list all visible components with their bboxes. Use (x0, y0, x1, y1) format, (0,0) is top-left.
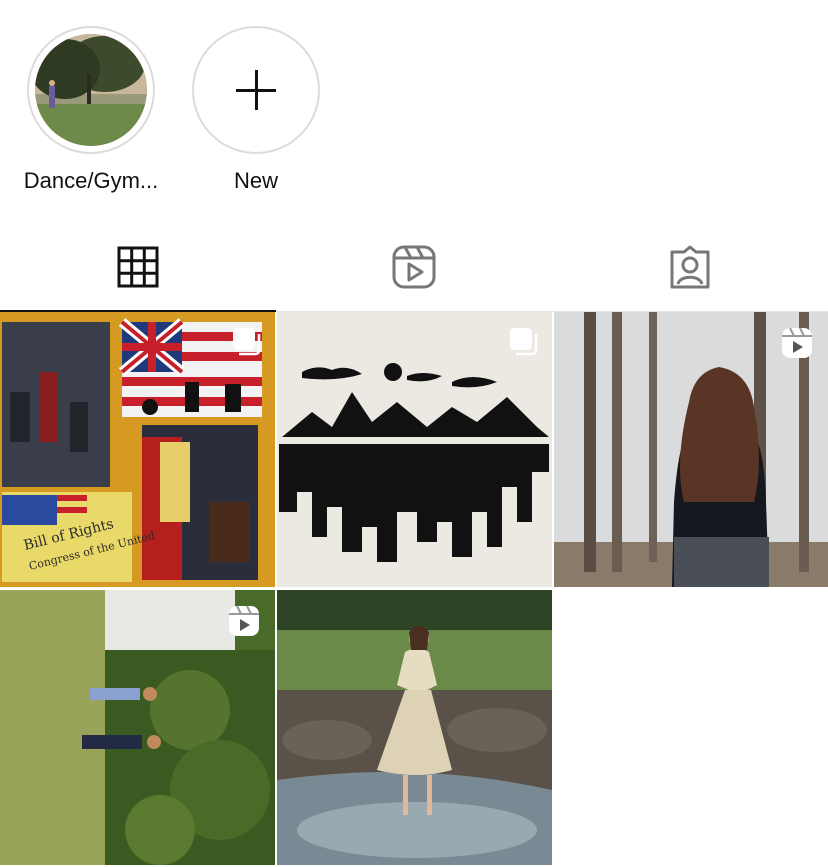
post-thumbnail[interactable] (277, 590, 552, 865)
reel-icon (229, 605, 259, 636)
highlight-label: Dance/Gym... (23, 168, 159, 193)
post-thumbnail[interactable] (0, 590, 275, 865)
post-thumbnail[interactable] (277, 312, 552, 587)
grid-icon (117, 246, 159, 287)
reel-icon (782, 327, 812, 358)
highlight-thumbnail (35, 34, 147, 146)
highlight-dance-gym[interactable]: Dance/Gym... (11, 26, 171, 194)
reels-icon (392, 245, 436, 288)
post-thumbnail[interactable] (554, 312, 828, 587)
tagged-icon (670, 245, 710, 288)
highlight-new[interactable]: New (176, 26, 336, 194)
highlight-ring (27, 26, 155, 154)
plus-icon (236, 70, 276, 110)
carousel-icon (510, 328, 538, 356)
carousel-icon (233, 328, 261, 356)
tab-reels[interactable] (276, 222, 552, 311)
story-highlights: Dance/Gym... New (0, 0, 828, 210)
profile-tabs (0, 222, 828, 312)
tab-tagged[interactable] (552, 222, 828, 311)
post-thumbnail[interactable]: Bill of Rights Congress of the United (0, 312, 275, 587)
highlight-label: New (233, 168, 278, 193)
new-highlight-ring[interactable] (192, 26, 320, 154)
tab-posts-grid[interactable] (0, 222, 276, 312)
